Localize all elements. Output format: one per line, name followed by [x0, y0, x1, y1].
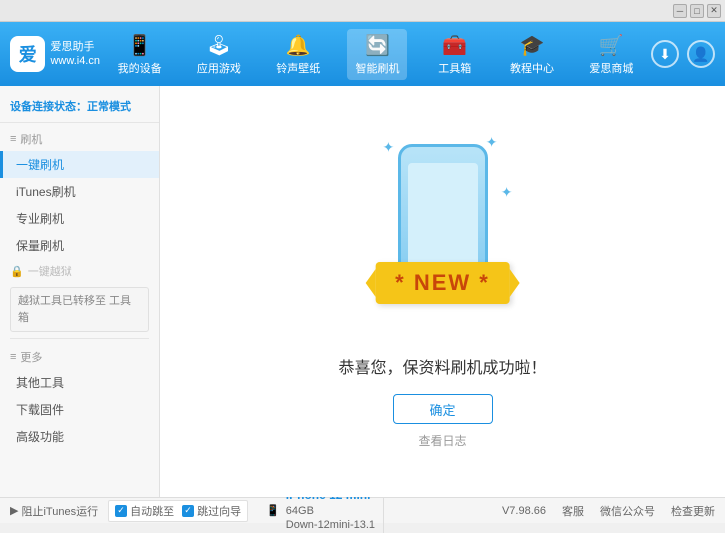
download-button[interactable]: ⬇ [651, 40, 679, 68]
version-label: V7.98.66 [502, 505, 546, 517]
more-section-label: 更多 [20, 349, 42, 365]
itunes-toggle[interactable]: ▶ 阻止iTunes运行 [10, 503, 98, 519]
apps-games-icon: 🕹 [206, 33, 231, 58]
nav-toolbox-label: 工具箱 [438, 60, 471, 76]
nav-items: 📱 我的设备 🕹 应用游戏 🔔 铃声壁纸 🔄 智能刷机 🧰 工具箱 🎓 教程中心… [100, 29, 651, 80]
sidebar-item-one-key-flash[interactable]: 一键刷机 [0, 151, 159, 178]
nav-shop[interactable]: 🛒 爱思商城 [581, 29, 641, 80]
nav-ringtones[interactable]: 🔔 铃声壁纸 [268, 29, 328, 80]
new-ribbon: * NEW * [375, 262, 510, 304]
nav-my-device[interactable]: 📱 我的设备 [110, 29, 170, 80]
jailbreak-notice-text: 越狱工具已转移至 工具箱 [18, 295, 131, 324]
nav-apps-games-label: 应用游戏 [197, 60, 241, 76]
skip-wizard-checkbox[interactable]: ✓ [182, 505, 194, 517]
checkbox-skip-wizard[interactable]: ✓ 跳过向导 [182, 503, 241, 519]
sidebar-section-jailbreak: 🔒 一键越狱 [0, 259, 159, 283]
one-key-flash-label: 一键刷机 [16, 156, 64, 173]
logo: 爱 爱思助手 www.i4.cn [10, 36, 100, 72]
jailbreak-section-label: 一键越狱 [28, 263, 72, 279]
auto-jump-checkbox[interactable]: ✓ [115, 505, 127, 517]
nav-apps-games[interactable]: 🕹 应用游戏 [189, 29, 249, 80]
more-section-icon: ≡ [10, 351, 16, 363]
jailbreak-notice: 越狱工具已转移至 工具箱 [10, 287, 149, 332]
content-area: ✦ ✦ ✦ * NEW * 恭喜您，保资料刷机成功啦！ 确定 查看日志 [160, 86, 725, 497]
account-button[interactable]: 👤 [687, 40, 715, 68]
pro-flash-label: 专业刷机 [16, 210, 64, 227]
status-label: 设备连接状态： [10, 101, 87, 113]
smart-flash-icon: 🔄 [365, 33, 390, 58]
logo-text: 爱思助手 www.i4.cn [50, 40, 100, 69]
nav-ringtones-label: 铃声壁纸 [276, 60, 320, 76]
support-link[interactable]: 客服 [562, 503, 584, 519]
flash-section-label: 刷机 [20, 131, 42, 147]
maximize-button[interactable]: □ [690, 4, 704, 18]
sidebar-section-flash: ≡ 刷机 [0, 127, 159, 151]
itunes-toggle-icon: ▶ [10, 504, 18, 517]
auto-jump-label: 自动跳至 [130, 503, 174, 519]
phone-illustration: ✦ ✦ ✦ * NEW * [363, 134, 523, 334]
tutorial-icon: 🎓 [520, 33, 545, 58]
update-link[interactable]: 检查更新 [671, 503, 715, 519]
itunes-toggle-label: 阻止iTunes运行 [21, 503, 98, 519]
nav-tutorial-label: 教程中心 [510, 60, 554, 76]
nav-right-buttons: ⬇ 👤 [651, 40, 715, 68]
my-device-icon: 📱 [127, 33, 152, 58]
skip-wizard-label: 跳过向导 [197, 503, 241, 519]
checkbox-group: ✓ 自动跳至 ✓ 跳过向导 [108, 500, 248, 522]
checkbox-auto-jump[interactable]: ✓ 自动跳至 [115, 503, 174, 519]
itunes-flash-label: iTunes刷机 [16, 183, 76, 200]
device-model: Down-12mini-13.1 [286, 518, 375, 532]
sidebar-item-download-fw[interactable]: 下载固件 [0, 396, 159, 423]
sidebar-item-protect-flash[interactable]: 保量刷机 [0, 232, 159, 259]
history-link[interactable]: 查看日志 [418, 432, 466, 449]
sidebar: 设备连接状态：正常模式 ≡ 刷机 一键刷机 iTunes刷机 专业刷机 保量刷机… [0, 86, 160, 497]
status-value: 正常模式 [87, 101, 131, 113]
ringtones-icon: 🔔 [286, 33, 311, 58]
phone-screen [408, 163, 478, 273]
other-tools-label: 其他工具 [16, 374, 64, 391]
device-icon: 📱 [266, 504, 280, 517]
header: 爱 爱思助手 www.i4.cn 📱 我的设备 🕹 应用游戏 🔔 铃声壁纸 🔄 … [0, 22, 725, 86]
bottom-bar: ▶ 阻止iTunes运行 ✓ 自动跳至 ✓ 跳过向导 📱 iPhone 12 m… [0, 497, 725, 523]
sidebar-status: 设备连接状态：正常模式 [0, 94, 159, 123]
nav-smart-flash-label: 智能刷机 [355, 60, 399, 76]
close-button[interactable]: ✕ [707, 4, 721, 18]
logo-icon: 爱 [10, 36, 45, 72]
minimize-button[interactable]: ─ [673, 4, 687, 18]
titlebar: ─ □ ✕ [0, 0, 725, 22]
device-storage: 64GB [286, 504, 375, 518]
sidebar-item-pro-flash[interactable]: 专业刷机 [0, 205, 159, 232]
sidebar-item-other-tools[interactable]: 其他工具 [0, 369, 159, 396]
sidebar-divider [10, 338, 149, 339]
sparkle-2-icon: ✦ [486, 134, 498, 151]
nav-tutorial[interactable]: 🎓 教程中心 [502, 29, 562, 80]
advanced-label: 高级功能 [16, 428, 64, 445]
flash-section-icon: ≡ [10, 133, 16, 145]
lock-icon: 🔒 [10, 265, 24, 278]
nav-smart-flash[interactable]: 🔄 智能刷机 [347, 29, 407, 80]
nav-toolbox[interactable]: 🧰 工具箱 [427, 29, 483, 80]
download-fw-label: 下载固件 [16, 401, 64, 418]
nav-my-device-label: 我的设备 [118, 60, 162, 76]
protect-flash-label: 保量刷机 [16, 237, 64, 254]
confirm-button[interactable]: 确定 [393, 394, 493, 424]
bottom-right: V7.98.66 客服 微信公众号 检查更新 [502, 503, 715, 519]
sparkle-3-icon: ✦ [501, 184, 513, 201]
shop-icon: 🛒 [599, 33, 624, 58]
wechat-link[interactable]: 微信公众号 [600, 503, 655, 519]
sidebar-section-more: ≡ 更多 [0, 345, 159, 369]
toolbox-icon: 🧰 [442, 33, 467, 58]
sidebar-item-itunes-flash[interactable]: iTunes刷机 [0, 178, 159, 205]
sparkle-1-icon: ✦ [383, 139, 395, 156]
nav-shop-label: 爱思商城 [589, 60, 633, 76]
success-text: 恭喜您，保资料刷机成功啦！ [338, 354, 546, 378]
sidebar-item-advanced[interactable]: 高级功能 [0, 423, 159, 450]
main-layout: 设备连接状态：正常模式 ≡ 刷机 一键刷机 iTunes刷机 专业刷机 保量刷机… [0, 86, 725, 497]
